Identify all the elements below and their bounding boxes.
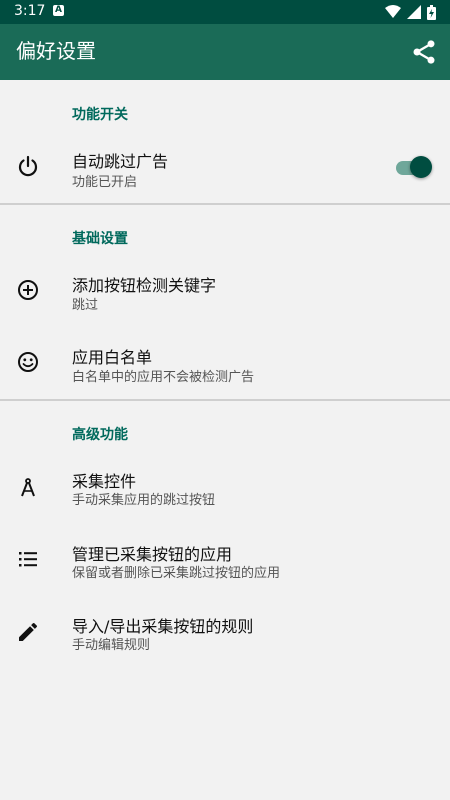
page-title: 偏好设置 (16, 39, 96, 63)
smiley-icon (18, 352, 38, 372)
list-item-whitelist[interactable]: 应用白名单 白名单中的应用不会被检测广告 (0, 334, 450, 394)
divider (0, 203, 450, 205)
auto-skip-toggle[interactable] (394, 156, 432, 178)
section-header-feature-switch: 功能开关 (72, 107, 128, 123)
item-subtitle: 手动编辑规则 (72, 638, 151, 653)
signal-icon (407, 5, 421, 19)
divider (0, 399, 450, 401)
item-subtitle: 跳过 (72, 298, 99, 313)
section-header-basic-settings: 基础设置 (72, 231, 128, 247)
pencil-icon (19, 622, 38, 641)
power-icon (18, 155, 38, 177)
item-subtitle: 手动采集应用的跳过按钮 (72, 493, 216, 508)
list-item-manage-captured-apps[interactable]: 管理已采集按钮的应用 保留或者删除已采集跳过按钮的应用 (0, 531, 450, 591)
list-item-capture-control[interactable]: 采集控件 手动采集应用的跳过按钮 (0, 458, 450, 518)
battery-charging-icon (427, 4, 436, 20)
list-icon (19, 552, 37, 567)
item-title: 添加按钮检测关键字 (72, 276, 217, 295)
item-subtitle: 白名单中的应用不会被检测广告 (72, 370, 255, 385)
wifi-icon (385, 5, 401, 18)
section-header-advanced: 高级功能 (72, 427, 128, 443)
app-bar: 偏好设置 (0, 24, 450, 80)
item-subtitle: 功能已开启 (72, 175, 138, 190)
share-icon[interactable] (410, 38, 438, 66)
item-title: 自动跳过广告 (72, 152, 169, 171)
status-time: 3:17 (14, 3, 46, 19)
status-bar: 3:17 A (0, 0, 450, 24)
compass-icon (21, 478, 35, 497)
add-circle-icon (18, 280, 38, 300)
app-notification-icon: A (53, 5, 64, 16)
system-icons (385, 4, 436, 20)
item-title: 应用白名单 (72, 348, 153, 367)
toggle-thumb (410, 156, 432, 178)
list-item-add-keyword[interactable]: 添加按钮检测关键字 跳过 (0, 262, 450, 322)
list-item-import-export-rules[interactable]: 导入/导出采集按钮的规则 手动编辑规则 (0, 603, 450, 663)
list-item-auto-skip-ads[interactable]: 自动跳过广告 功能已开启 (0, 138, 450, 198)
item-subtitle: 保留或者删除已采集跳过按钮的应用 (72, 566, 281, 581)
